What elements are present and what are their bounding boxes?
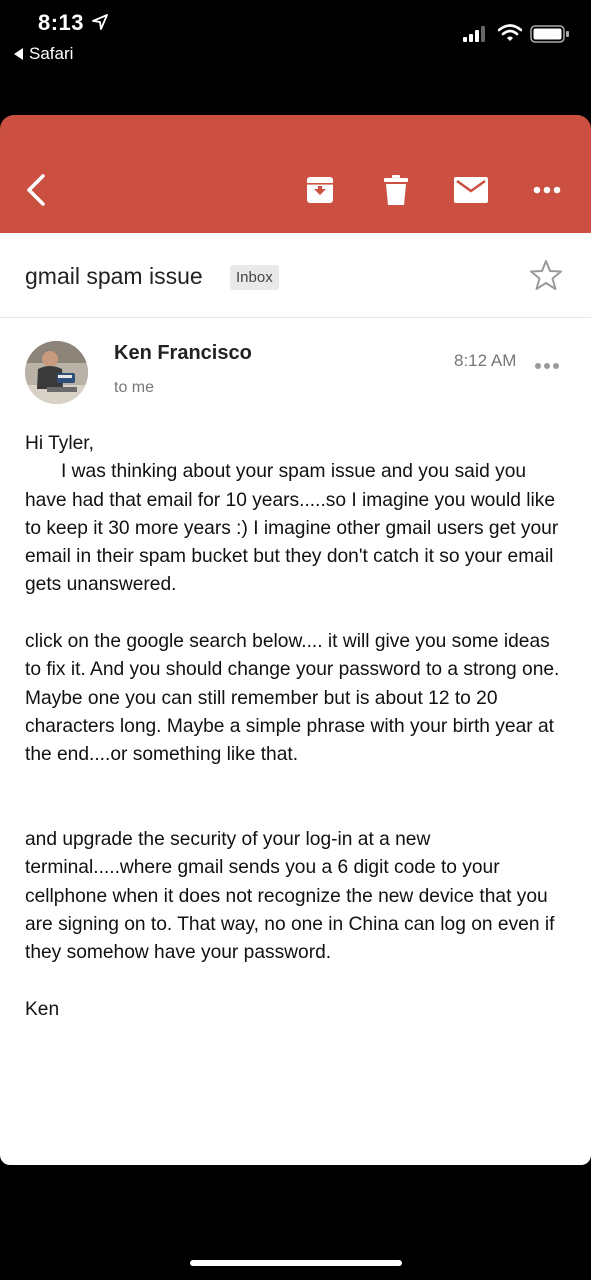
back-app-label: Safari (29, 44, 74, 63)
email-toolbar (0, 115, 591, 233)
inbox-label-chip[interactable]: Inbox (230, 265, 279, 290)
wifi-icon (497, 24, 523, 47)
back-triangle-icon (14, 47, 23, 60)
email-signoff: Ken (25, 998, 60, 1020)
recipient-details[interactable]: to me (114, 379, 154, 397)
archive-icon (307, 177, 333, 203)
more-options-button[interactable] (530, 170, 564, 210)
back-button[interactable] (18, 170, 54, 210)
email-time: 8:12 AM (454, 351, 517, 370)
email-card: gmail spam issue Inbox Ken Francisco to … (0, 233, 591, 1165)
battery-icon (530, 25, 570, 48)
trash-icon (384, 175, 408, 205)
cellular-signal-icon (463, 26, 489, 47)
status-bar: 8:13 Safari (0, 0, 591, 115)
more-horizontal-icon (533, 186, 561, 194)
home-indicator[interactable] (190, 1260, 402, 1266)
subject-row: gmail spam issue Inbox (0, 233, 591, 318)
mark-unread-button[interactable] (452, 170, 490, 210)
sender-name[interactable]: Ken Francisco (114, 342, 252, 365)
chevron-left-icon (27, 174, 45, 206)
status-time: 8:13 (38, 10, 85, 35)
message-more-icon[interactable] (534, 357, 560, 375)
delete-button[interactable] (380, 170, 412, 210)
email-body: Hi Tyler, I was thinking about your spam… (25, 430, 570, 1024)
mail-icon (454, 177, 488, 203)
back-to-app-button[interactable]: Safari (14, 44, 73, 64)
email-paragraph-2: click on the google search below.... it … (25, 631, 560, 766)
sender-avatar[interactable] (25, 341, 88, 404)
email-greeting: Hi Tyler, (25, 433, 94, 454)
email-subject: gmail spam issue (25, 263, 203, 289)
location-arrow-icon (92, 14, 108, 35)
archive-button[interactable] (302, 170, 338, 210)
email-paragraph-3: and upgrade the security of your log-in … (25, 829, 555, 964)
star-icon[interactable] (530, 259, 562, 296)
email-paragraph-1: I was thinking about your spam issue and… (25, 461, 559, 596)
